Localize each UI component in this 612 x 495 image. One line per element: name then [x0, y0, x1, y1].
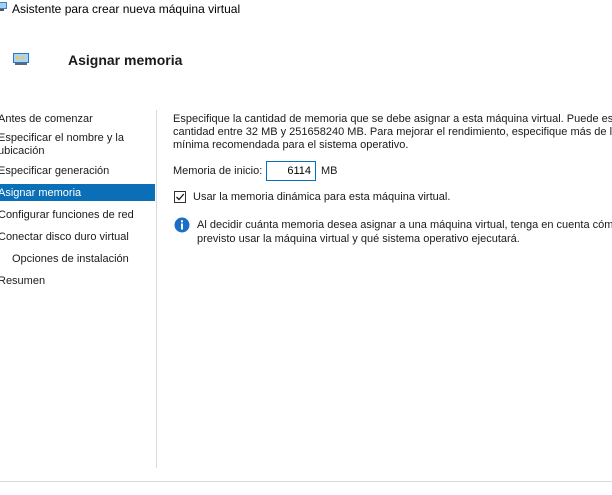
nav-item-label: Configurar funciones de red	[0, 209, 134, 221]
nav-item-label-line2: ubicación	[0, 145, 45, 157]
page-title: Asignar memoria	[68, 52, 183, 68]
nav-item-asignar-memoria[interactable]: Asignar memoria	[0, 184, 155, 201]
startup-memory-input[interactable]	[266, 161, 316, 181]
window-title: Asistente para crear nueva máquina virtu…	[12, 2, 241, 16]
checkmark-icon	[176, 193, 185, 201]
nav-item-label: Antes de comenzar	[0, 113, 93, 125]
nav-item-opciones-instalacion[interactable]: Opciones de instalación	[0, 253, 155, 266]
info-icon	[174, 217, 190, 233]
nav-item-antes-de-comenzar[interactable]: Antes de comenzar	[0, 113, 155, 126]
footer-divider	[0, 481, 612, 482]
startup-memory-unit: MB	[321, 165, 338, 177]
info-line: Al decidir cuánta memoria desea asignar …	[197, 219, 612, 231]
hyper-v-window-icon	[0, 2, 7, 11]
dynamic-memory-checkbox[interactable]	[174, 191, 186, 203]
nav-item-label: Resumen	[0, 275, 46, 287]
nav-item-especificar-generacion[interactable]: Especificar generación	[0, 165, 155, 178]
nav-item-nombre-ubicacion[interactable]: Especificar el nombre y la ubicación	[0, 132, 155, 158]
startup-memory-label: Memoria de inicio:	[173, 165, 263, 177]
nav-item-label-line1: Especificar el nombre y la	[0, 132, 124, 144]
info-line: previsto usar la máquina virtual y qué s…	[197, 233, 520, 245]
nav-item-label: Especificar generación	[0, 165, 110, 177]
memory-chip-icon	[13, 53, 29, 65]
wizard-header: Asignar memoria	[0, 20, 612, 100]
description-line: mínima recomendada para el sistema opera…	[173, 139, 409, 151]
description-line: cantidad entre 32 MB y 251658240 MB. Par…	[173, 126, 612, 138]
nav-item-resumen[interactable]: Resumen	[0, 275, 155, 288]
nav-item-label: Asignar memoria	[0, 187, 82, 199]
nav-item-configurar-red[interactable]: Configurar funciones de red	[0, 209, 155, 222]
title-bar: Asistente para crear nueva máquina virtu…	[0, 0, 612, 20]
dynamic-memory-label[interactable]: Usar la memoria dinámica para esta máqui…	[193, 191, 450, 203]
memory-info-text: Al decidir cuánta memoria desea asignar …	[197, 218, 612, 246]
nav-item-label: Conectar disco duro virtual	[0, 231, 129, 243]
memory-description: Especifique la cantidad de memoria que s…	[173, 113, 612, 152]
nav-item-conectar-disco[interactable]: Conectar disco duro virtual	[0, 231, 155, 244]
description-line: Especifique la cantidad de memoria que s…	[173, 113, 612, 125]
nav-item-label: Opciones de instalación	[12, 253, 129, 265]
nav-divider	[156, 110, 157, 468]
